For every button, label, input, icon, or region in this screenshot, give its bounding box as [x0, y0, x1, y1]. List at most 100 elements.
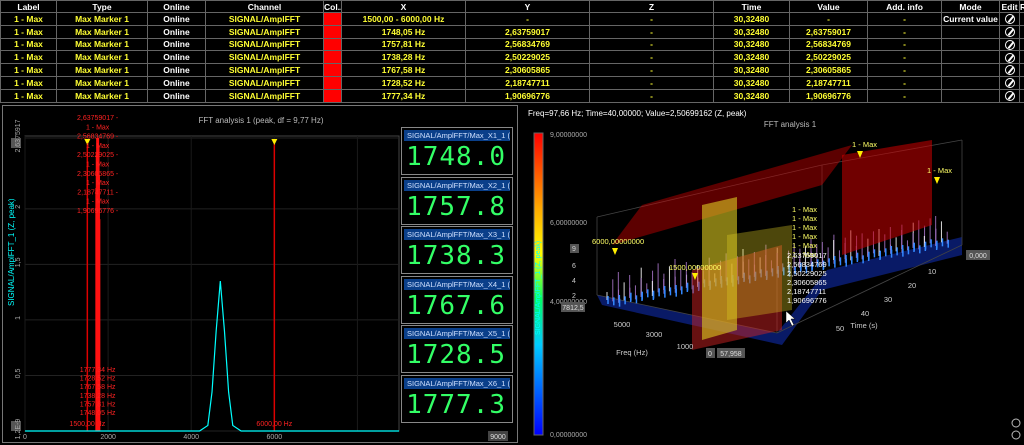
cell-label: 1 - Max: [0, 12, 57, 26]
colorbar-tick: 9,00000000: [550, 132, 587, 139]
cell-mode: [941, 50, 1000, 65]
cell-info: -: [867, 12, 942, 26]
cell-channel: SIGNAL/AmplFFT: [205, 50, 324, 65]
color-swatch: [323, 37, 342, 52]
column-header[interactable]: Online: [147, 0, 206, 13]
marker-stack-value: 2,30605865: [787, 278, 827, 287]
cell-z: -: [589, 75, 714, 90]
edit-icon[interactable]: [1004, 91, 1015, 102]
zoom-in-icon[interactable]: [1011, 418, 1021, 428]
table-row[interactable]: 1 - Max Max Marker 1 Online SIGNAL/AmplFFT 1…: [0, 24, 1024, 39]
spectrum-line: [25, 280, 399, 432]
cell-y: 2,50229025: [465, 50, 590, 65]
time-tick: 50: [836, 324, 844, 333]
column-header[interactable]: Edit: [999, 0, 1020, 13]
cell-online: Online: [147, 63, 206, 77]
waterfall-title: FFT analysis 1: [763, 120, 817, 129]
cell-channel: SIGNAL/AmplFFT: [205, 88, 324, 103]
column-header[interactable]: Y: [465, 0, 590, 13]
readout-value: 1728.5: [406, 340, 506, 370]
waterfall-3d-chart[interactable]: 9,000000006,000000004,000000000,00000000…: [522, 105, 1024, 445]
readout-label: SIGNAL/AmplFFT/Max_X5_1 (Hz): [404, 328, 510, 339]
corner-label: 0: [708, 351, 712, 358]
cell-time: 30,32480: [713, 50, 790, 65]
cell-value: 2,18747711: [789, 75, 868, 90]
time-tick: 10: [928, 267, 936, 276]
corner-label: 7812,5: [562, 305, 584, 312]
edit-icon[interactable]: [1004, 14, 1015, 25]
column-header[interactable]: Label: [0, 0, 57, 13]
x-tick-label: 0: [23, 434, 27, 441]
cell-time: 30,32480: [713, 12, 790, 26]
band-marker-handle[interactable]: [271, 139, 278, 145]
color-swatch: [323, 24, 342, 39]
cell-y: 2,30605865: [465, 63, 590, 77]
column-header[interactable]: Mode: [941, 0, 1000, 13]
cell-x: 1748,05 Hz: [341, 24, 466, 39]
column-header[interactable]: Value: [789, 0, 868, 13]
cell-y: 2,63759017: [465, 24, 590, 39]
cell-info: -: [867, 75, 942, 90]
zoom-out-icon[interactable]: [1011, 430, 1021, 440]
marker-table: LabelTypeOnlineChannelCol...XYZTimeValue…: [0, 0, 1024, 103]
readout-panel[interactable]: SIGNAL/AmplFFT/Max_X1_1 (Hz)1748.0: [401, 127, 513, 175]
marker-freq-label: 1767,58 Hz: [80, 384, 116, 391]
marker-value-label: 2,18747711 -: [77, 189, 118, 196]
remove-cell: [1019, 88, 1024, 103]
cell-value: 2,30605865: [789, 63, 868, 77]
readout-panel[interactable]: SIGNAL/AmplFFT/Max_X2_1 (Hz)1757.8: [401, 176, 513, 225]
column-header[interactable]: Col...: [323, 0, 342, 13]
table-row[interactable]: 1 - Max Max Marker 1 Online SIGNAL/AmplFFT 1…: [0, 88, 1024, 103]
column-header[interactable]: Rem...: [1019, 0, 1024, 13]
y-tick-label: 1,5: [15, 257, 22, 267]
table-row[interactable]: 1 - Max Max Marker 1 Online SIGNAL/AmplFFT 1…: [0, 63, 1024, 77]
column-header[interactable]: Time: [713, 0, 790, 13]
cell-value: 2,50229025: [789, 50, 868, 65]
table-row[interactable]: 1 - Max Max Marker 1 Online SIGNAL/AmplFFT 1…: [0, 75, 1024, 90]
marker-freq-label: 1738,28 Hz: [80, 393, 116, 400]
column-header[interactable]: X: [341, 0, 466, 13]
marker-stack-label: 1 - Max: [792, 205, 817, 214]
max-marker[interactable]: [934, 177, 940, 184]
range-marker[interactable]: [612, 248, 618, 255]
table-header-row: LabelTypeOnlineChannelCol...XYZTimeValue…: [0, 0, 1024, 13]
edit-cell: [999, 24, 1020, 39]
marker-value-label: 1 - Max: [86, 143, 110, 150]
color-swatch: [323, 12, 342, 26]
edit-icon[interactable]: [1004, 27, 1015, 38]
marker-value-label: 2,50229025 -: [77, 152, 119, 159]
waterfall-3d-panel[interactable]: 9,000000006,000000004,000000000,00000000…: [522, 105, 1024, 445]
cell-type: Max Marker 1: [56, 88, 148, 103]
marker-value-label: 1,90696776 -: [77, 208, 119, 215]
table-row[interactable]: 1 - Max Max Marker 1 Online SIGNAL/AmplFFT 1…: [0, 37, 1024, 52]
table-row[interactable]: 1 - Max Max Marker 1 Online SIGNAL/AmplFFT 1…: [0, 12, 1024, 26]
remove-cell: [1019, 24, 1024, 39]
readout-value: 1757.8: [406, 191, 506, 222]
fft-title: FFT analysis 1 (peak, df = 9,77 Hz): [198, 116, 324, 125]
cell-channel: SIGNAL/AmplFFT: [205, 63, 324, 77]
table-row[interactable]: 1 - Max Max Marker 1 Online SIGNAL/AmplFFT 1…: [0, 50, 1024, 65]
column-header[interactable]: Z: [589, 0, 714, 13]
readout-panel[interactable]: SIGNAL/AmplFFT/Max_X6_1 (Hz)1777.3: [401, 374, 513, 423]
readout-panel[interactable]: SIGNAL/AmplFFT/Max_X3_1 (Hz)1738.3: [401, 226, 513, 274]
cell-label: 1 - Max: [0, 88, 57, 103]
marker-value-label: 1 - Max: [86, 180, 110, 187]
cell-z: -: [589, 50, 714, 65]
edit-icon[interactable]: [1004, 78, 1015, 89]
edit-icon[interactable]: [1004, 39, 1015, 50]
column-header[interactable]: Channel: [205, 0, 324, 13]
x-tick-label: 4000: [183, 434, 199, 441]
cell-channel: SIGNAL/AmplFFT: [205, 24, 324, 39]
cell-x: 1738,28 Hz: [341, 50, 466, 65]
column-header[interactable]: Add. info: [867, 0, 942, 13]
readout-panel[interactable]: SIGNAL/AmplFFT/Max_X4_1 (Hz)1767.6: [401, 275, 513, 324]
range-label: 1500,00000000: [669, 263, 721, 272]
freq-tick: 5000: [614, 320, 631, 329]
colorbar-tick: 6,00000000: [550, 220, 587, 227]
edit-icon[interactable]: [1004, 65, 1015, 76]
cell-z: -: [589, 12, 714, 26]
column-header[interactable]: Type: [56, 0, 148, 13]
readout-panel[interactable]: SIGNAL/AmplFFT/Max_X5_1 (Hz)1728.5: [401, 325, 513, 373]
fft-analysis-panel[interactable]: 2,6375917 2 1,5 1 0,5 1,2E-9 0 2000 4000 6000 9000…: [2, 105, 518, 443]
edit-icon[interactable]: [1004, 52, 1015, 63]
